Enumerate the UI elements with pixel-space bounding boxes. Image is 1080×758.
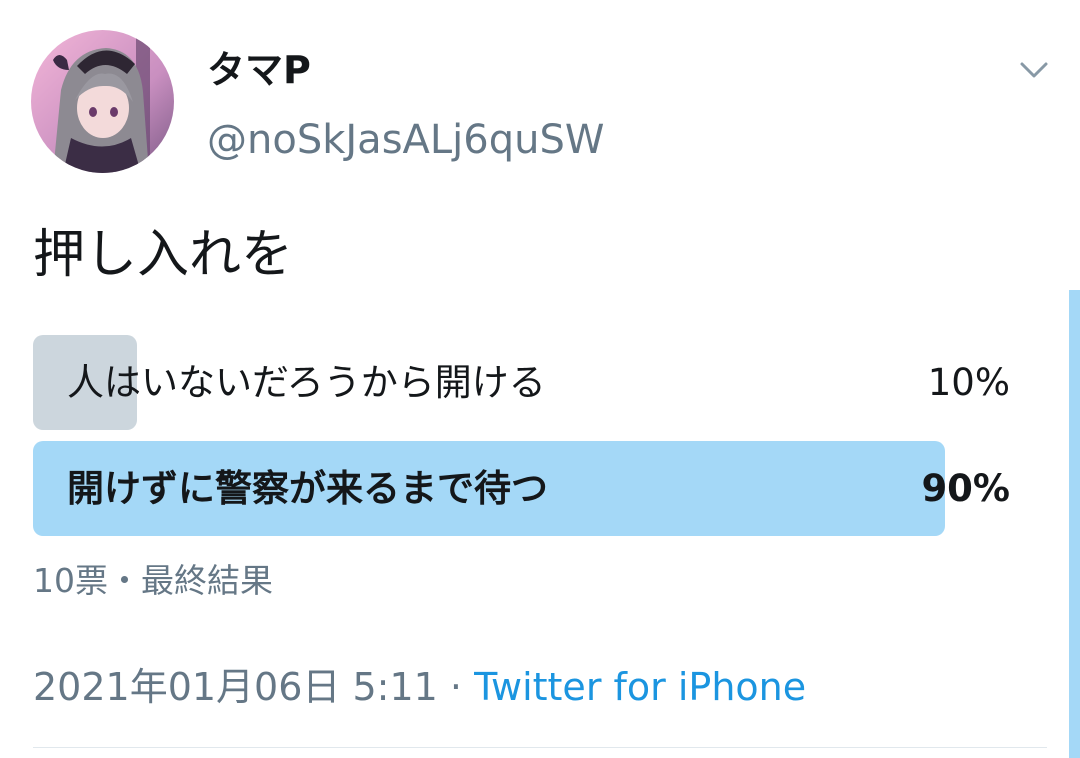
poll-option-percent: 90% [921,467,1010,510]
poll-summary: 10票・最終結果 [33,561,273,600]
tweet-text: 押し入れを [33,225,294,285]
scroll-indicator[interactable] [1069,290,1080,758]
chevron-down-icon[interactable] [1014,52,1054,88]
poll-option-percent: 10% [927,361,1010,404]
display-name[interactable]: タマP [207,44,311,96]
tweet-meta: 2021年01月06日 5:11 · Twitter for iPhone [33,660,806,714]
divider [33,747,1047,748]
meta-separator: · [437,665,475,709]
poll-option[interactable]: 開けずに警察が来るまで待つ 90% [33,441,1010,536]
avatar[interactable] [31,30,174,173]
poll-option-label: 開けずに警察が来るまで待つ [67,467,548,510]
user-handle[interactable]: @noSkJasALj6quSW [207,114,604,166]
poll-option[interactable]: 人はいないだろうから開ける 10% [33,335,1010,430]
poll-option-label: 人はいないだろうから開ける [67,361,546,404]
source-link[interactable]: Twitter for iPhone [474,665,806,709]
tweet-timestamp[interactable]: 2021年01月06日 5:11 [33,665,438,709]
